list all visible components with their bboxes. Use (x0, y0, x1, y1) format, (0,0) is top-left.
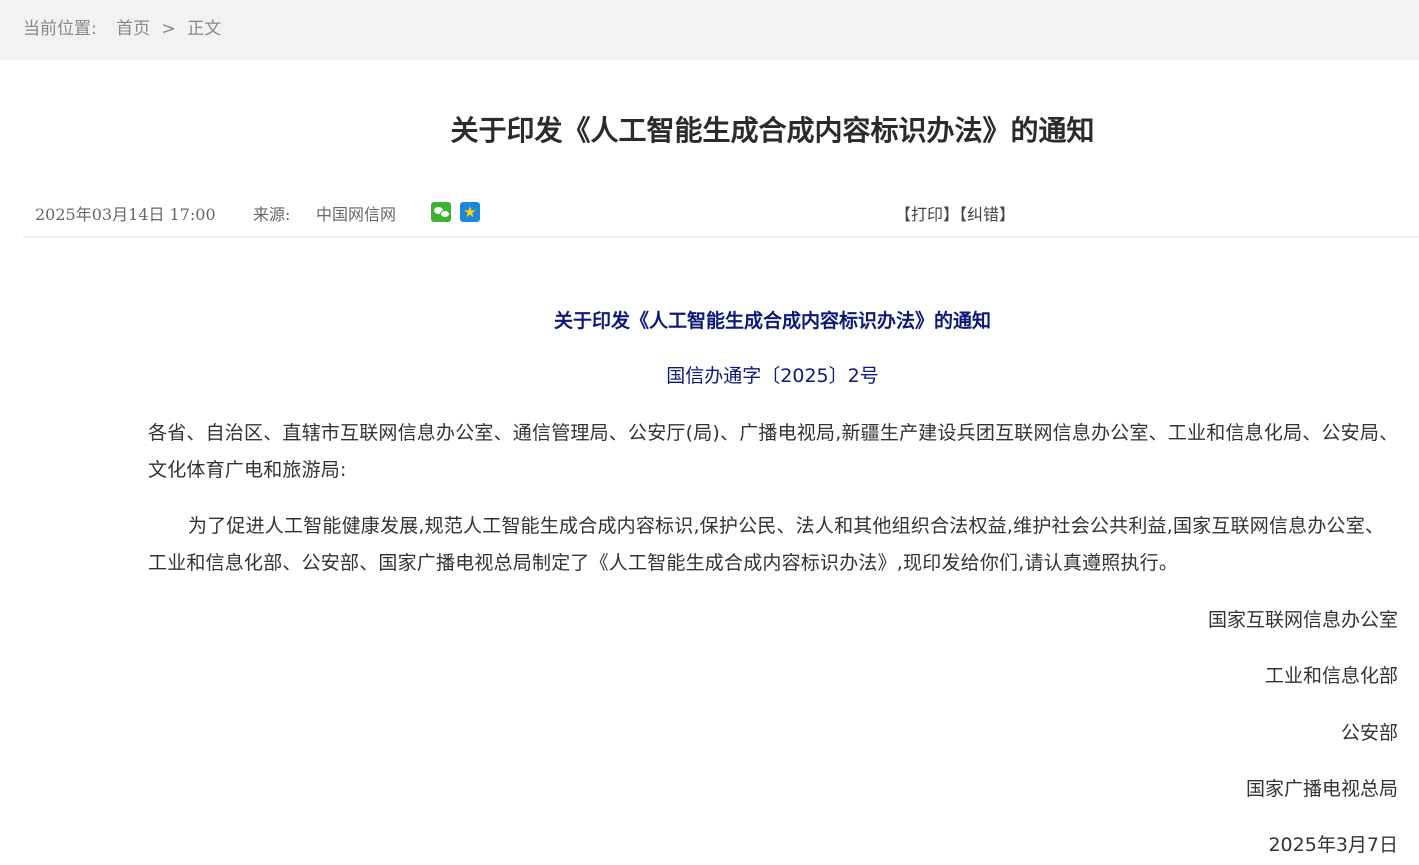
breadcrumb-label: 当前位置: (23, 19, 97, 39)
breadcrumb: 当前位置: 首页 > 正文 (0, 0, 1419, 60)
body-paragraph: 为了促进人工智能健康发展,规范人工智能生成合成内容标识,保护公民、法人和其他组织… (148, 515, 1385, 574)
breadcrumb-home-link[interactable]: 首页 (116, 19, 150, 39)
signature-nrta: 国家广播电视总局 (1245, 778, 1398, 800)
document-number: 国信办通字〔2025〕2号 (666, 365, 879, 387)
page-title-container: 关于印发《人工智能生成合成内容标识办法》的通知 (0, 108, 1419, 158)
sign-date: 2025年3月7日 (1268, 834, 1398, 856)
source-label: 来源: (253, 205, 291, 224)
addressees-paragraph: 各省、自治区、直辖市互联网信息办公室、通信管理局、公安厅(局)、广播电视局,新疆… (148, 422, 1399, 481)
article-meta: 2025年03月14日 17:00 来源: 中国网信网 ★ 【打印】【纠错】 (23, 196, 1419, 236)
signature-cac: 国家互联网信息办公室 (1207, 609, 1398, 631)
source-name: 中国网信网 (316, 205, 397, 224)
signature-mps: 公安部 (1340, 722, 1398, 744)
content-title: 关于印发《人工智能生成合成内容标识办法》的通知 (553, 310, 991, 332)
qzone-icon[interactable]: ★ (460, 202, 480, 222)
article-actions: 【打印】【纠错】 (895, 201, 1015, 225)
page-title: 关于印发《人工智能生成合成内容标识办法》的通知 (450, 114, 1095, 147)
wechat-icon[interactable] (431, 202, 451, 222)
breadcrumb-current-link[interactable]: 正文 (187, 19, 221, 39)
divider (23, 236, 1419, 238)
correction-link[interactable]: 【纠错】 (959, 205, 1015, 224)
breadcrumb-separator: > (161, 19, 176, 39)
page: 当前位置: 首页 > 正文 关于印发《人工智能生成合成内容标识办法》的通知 20… (0, 0, 1419, 865)
publish-date: 2025年03月14日 17:00 (35, 205, 216, 224)
print-link[interactable]: 【打印】 (895, 205, 959, 224)
signature-miit: 工业和信息化部 (1264, 665, 1398, 687)
